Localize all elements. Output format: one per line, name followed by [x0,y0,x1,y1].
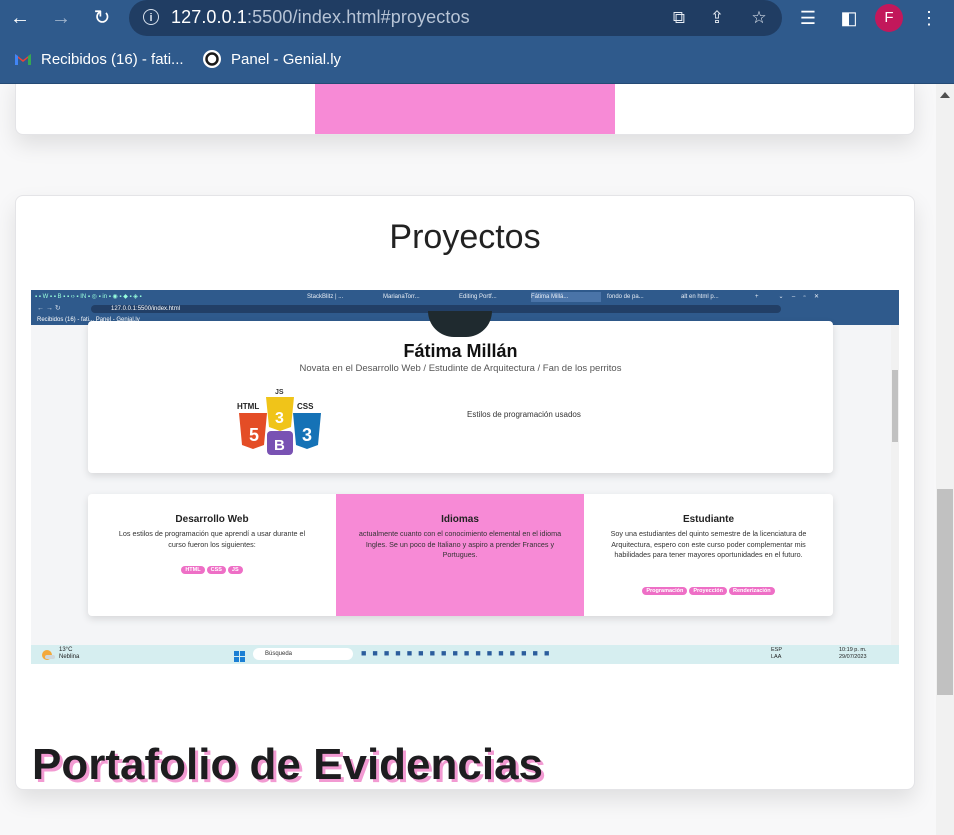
tag-pill: Proyección [689,587,728,595]
screenshot-tab-active: Fátima Millá... [531,292,601,302]
tag-pill: Renderización [729,587,775,595]
menu-kebab-icon[interactable]: ⋮ [918,7,940,29]
screenshot-scrollbar [891,325,899,645]
styles-label: Estilos de programación usados [467,410,581,419]
column-text: actualmente cuanto con el conocimiento e… [358,529,562,559]
screenshot-tab: fondo de pa... [607,294,644,300]
lang-code: ESP [771,647,783,653]
tag-pill: HTML [181,566,205,574]
skill-column-web: Desarrollo Web Los estilos de programaci… [88,494,336,616]
url-path: :5500/index.html#proyectos [246,7,470,27]
screenshot-tab: StackBlitz | ... [307,294,344,300]
project-screenshot: ▪ ▪ W ▪ ▪ B ▪ ▪ ‹› ▪ IN ▪ ◎ ▪ in ▪ ◉ ▪ ◆… [31,290,899,664]
url-host: 127.0.0.1 [171,7,247,27]
page-viewport: Proyectos ▪ ▪ W ▪ ▪ B ▪ ▪ ‹› ▪ IN ▪ ◎ ▪ … [0,84,936,835]
side-panel-icon[interactable]: ◧ [838,7,860,29]
screenshot-tab: MarianaTorr... [383,294,420,300]
profile-name: Fátima Millán [403,341,518,361]
screenshot-nav-icons: ← → ↻ [37,305,61,312]
js-logo-text: JS [275,389,284,396]
lang-region: LAA [771,654,782,660]
profile-card: Fátima Millán Novata en el Desarrollo We… [88,311,833,473]
previous-section-card [15,84,915,135]
back-icon[interactable]: ← [8,6,32,30]
column-title: Idiomas [441,514,479,525]
bookmark-genially[interactable]: Panel - Genial.ly [231,51,341,68]
forward-icon[interactable]: → [49,6,73,30]
taskbar-clock: 10:19 p. m. 29/07/2023 [839,647,867,661]
screenshot-taskbar: 13°C Neblina Búsqueda ■■■■■■■■■■■■■■■■■ E… [31,645,899,664]
taskbar-language: ESP LAA [771,647,782,661]
pink-column [315,84,615,134]
tag-pill: JS [227,566,243,574]
profile-photo [428,311,492,337]
skill-column-languages: Idiomas actualmente cuanto con el conoci… [336,494,584,616]
scroll-up-arrow-icon[interactable] [940,92,950,98]
screenshot-tab-strip: ▪ ▪ W ▪ ▪ B ▪ ▪ ‹› ▪ IN ▪ ◎ ▪ in ▪ ◉ ▪ ◆… [31,290,899,303]
scroll-thumb[interactable] [937,489,953,695]
reading-list-icon[interactable]: ☰ [797,7,819,29]
css-logo-text: CSS [297,402,314,411]
column-text: Soy una estudiantes del quinto semestre … [610,529,807,559]
html5-number: 5 [249,425,259,445]
clock-date: 29/07/2023 [839,654,867,660]
windows-start-icon [234,649,245,662]
html-logo-text: HTML [237,402,259,411]
bookmark-gmail[interactable]: Recibidos (16) - fati... [41,51,184,68]
column-title: Estudiante [682,514,735,525]
tag-list: Programación Proyección Renderización [584,579,833,597]
js-number: 3 [275,410,284,427]
share-icon[interactable]: ⇪ [707,8,727,28]
reload-icon[interactable]: ↻ [90,6,114,30]
address-bar[interactable]: i 127.0.0.1:5500/index.html#proyectos ⧉ … [129,0,782,36]
taskbar-app-icons: ■■■■■■■■■■■■■■■■■ [361,648,556,658]
profile-avatar[interactable]: F [875,4,903,32]
projects-section: Proyectos ▪ ▪ W ▪ ▪ B ▪ ▪ ‹› ▪ IN ▪ ◎ ▪ … [15,195,915,790]
gmail-icon [15,54,31,65]
translate-icon[interactable]: ⧉ [669,8,689,28]
screenshot-tab: Editing Portf... [459,294,497,300]
weather-widget: 13°C Neblina [59,647,79,661]
pinned-tabs: ▪ ▪ W ▪ ▪ B ▪ ▪ ‹› ▪ IN ▪ ◎ ▪ in ▪ ◉ ▪ ◆… [35,294,142,300]
projects-title: Proyectos [389,218,541,256]
bookmarks-bar: Recibidos (16) - fati... Panel - Genial.… [0,36,954,84]
portfolio-title: Portafolio de Evidencias [32,740,544,789]
taskbar-search: Búsqueda [253,648,353,660]
screenshot-page: Fátima Millán Novata en el Desarrollo We… [31,311,891,645]
window-controls: + ⌄ – ▫ ✕ [755,294,820,300]
clock-time: 10:19 p. m. [839,647,867,653]
bookmark-star-icon[interactable]: ☆ [749,8,769,28]
bootstrap-letter: B [274,437,285,454]
genially-icon [203,50,221,68]
web-tech-logos: JS HTML CSS 5 3 3 B [237,389,321,455]
tag-pill: Programación [642,587,688,595]
weather-desc: Neblina [59,654,80,660]
tag-pill: CSS [206,566,226,574]
column-text: Los estilos de programación que aprendí … [118,529,306,549]
screenshot-scroll-thumb [892,370,898,442]
page-scrollbar[interactable] [936,84,954,835]
url-text: 127.0.0.1:5500/index.html#proyectos [171,7,470,28]
skills-card: Desarrollo Web Los estilos de programaci… [88,494,833,616]
browser-toolbar: ← → ↻ i 127.0.0.1:5500/index.html#proyec… [0,0,954,36]
tag-list: HTML CSS JS [88,558,336,576]
site-info-icon[interactable]: i [143,9,159,25]
screenshot-tab: alt en html p... [681,294,719,300]
skill-column-student: Estudiante Soy una estudiantes del quint… [584,494,833,616]
css3-number: 3 [302,425,312,445]
weather-temp: 13°C [59,647,73,653]
profile-subtitle: Novata en el Desarrollo Web / Estudinte … [299,363,622,374]
column-title: Desarrollo Web [175,514,249,525]
weather-icon [41,647,55,660]
